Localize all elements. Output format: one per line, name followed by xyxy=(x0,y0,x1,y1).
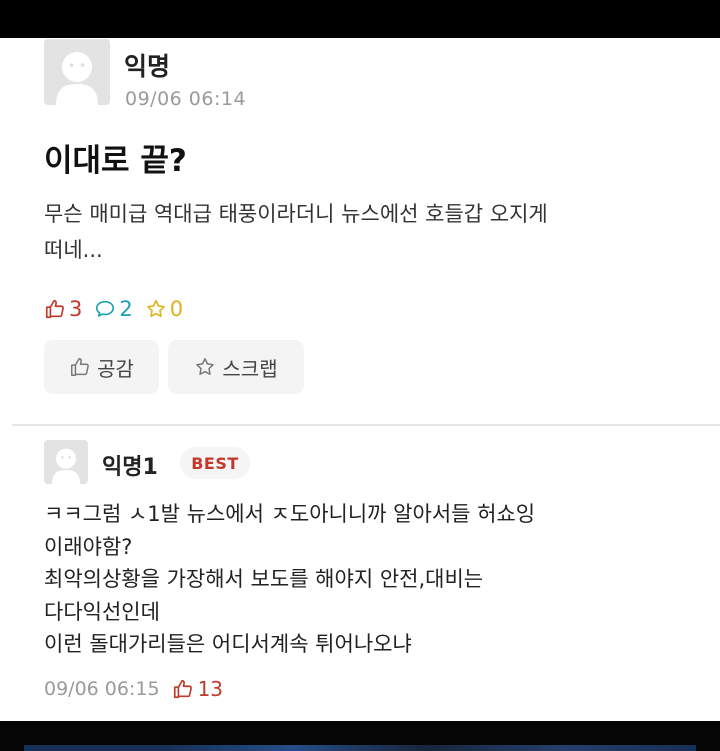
comment-like-count: 13 xyxy=(197,677,224,701)
comment-count-stat: 2 xyxy=(94,297,133,321)
star-icon xyxy=(146,299,165,318)
post-timestamp: 09/06 06:14 xyxy=(125,88,247,110)
post-stats: 3 2 0 xyxy=(44,296,195,322)
best-badge: BEST xyxy=(180,447,250,479)
comment-author-name: 익명1 xyxy=(102,455,158,480)
scrap-count: 0 xyxy=(169,297,184,321)
comment-timestamp: 09/06 06:15 xyxy=(44,678,160,700)
divider xyxy=(12,424,720,426)
scrap-button[interactable]: 스크랩 xyxy=(168,340,304,394)
comment-meta: 09/06 06:15 13 xyxy=(44,676,223,702)
comment-like-button[interactable]: 13 xyxy=(172,677,223,701)
comment-body: ㅋㅋ그럼 ㅅ1발 뉴스에서 ㅈ도아니니까 알아서들 허쇼잉 이래야함? 최악의상… xyxy=(44,502,536,656)
post-author-avatar[interactable] xyxy=(44,39,110,105)
post-body: 무슨 매미급 역대급 태풍이라더니 뉴스에선 호들갑 오지게 떠네... xyxy=(44,202,548,262)
scrap-count-stat: 0 xyxy=(145,297,183,321)
thumbs-up-icon xyxy=(173,679,192,699)
scrap-button-label: 스크랩 xyxy=(222,356,278,381)
star-icon xyxy=(196,358,215,375)
like-button-label: 공감 xyxy=(97,356,134,381)
top-black-bar xyxy=(0,0,720,38)
comment-count: 2 xyxy=(119,297,133,321)
post-title: 이대로 끝? xyxy=(44,143,187,179)
comment-author-avatar[interactable] xyxy=(44,440,88,484)
thumbs-up-icon xyxy=(45,299,64,319)
like-count-stat: 3 xyxy=(44,297,82,321)
like-count: 3 xyxy=(69,297,83,321)
speech-bubble-icon xyxy=(96,300,115,317)
like-button[interactable]: 공감 xyxy=(44,340,159,394)
thumbs-up-icon xyxy=(71,358,89,376)
avatar-placeholder-icon xyxy=(56,52,98,105)
avatar-placeholder-icon xyxy=(52,448,80,484)
post-card: 익명 09/06 06:14 이대로 끝? 무슨 매미급 역대급 태풍이라더니 … xyxy=(0,38,720,721)
bottom-image-edge xyxy=(24,745,696,751)
post-author-name: 익명 xyxy=(124,52,171,81)
